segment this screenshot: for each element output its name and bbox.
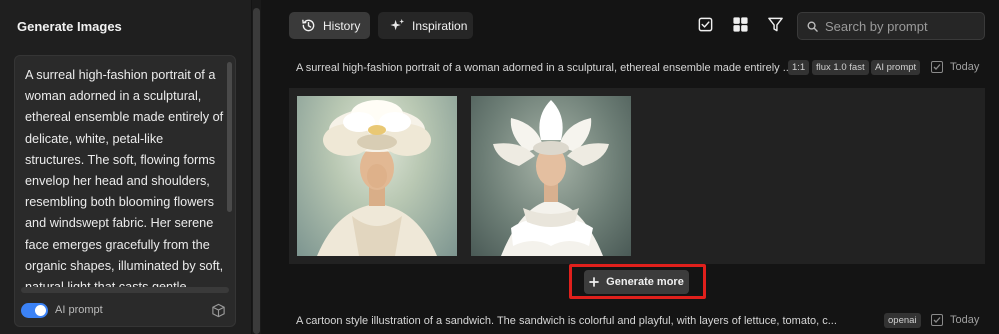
sidebar-scrollbar[interactable] [252, 0, 261, 334]
checkmark-icon [933, 317, 941, 323]
entry-select-checkbox[interactable] [931, 61, 943, 73]
entry-date: Today [950, 314, 980, 326]
plus-icon [589, 277, 600, 287]
grid-view-icon[interactable] [732, 16, 749, 33]
generate-more-button[interactable]: Generate more [584, 270, 689, 294]
inspiration-label: Inspiration [412, 18, 468, 33]
model-tag: flux 1.0 fast [812, 60, 869, 75]
panel-title: Generate Images [17, 19, 122, 34]
sidebar-scrollbar-thumb[interactable] [253, 8, 260, 334]
ai-prompt-tag: AI prompt [871, 60, 921, 75]
cube-icon[interactable] [211, 303, 226, 318]
generate-images-panel: Generate Images A surreal high-fashion p… [0, 0, 251, 334]
prompt-horizontal-scrollbar[interactable] [21, 287, 229, 293]
model-tag: openai [884, 313, 921, 328]
ai-prompt-toggle[interactable] [21, 303, 48, 318]
entry-date: Today [950, 61, 980, 73]
search-input[interactable] [825, 13, 980, 39]
portrait-illustration [493, 100, 609, 256]
aspect-ratio-tag: 1:1 [788, 60, 810, 75]
history-label: History [323, 18, 361, 33]
prompt-textarea[interactable]: A surreal high-fashion portrait of a wom… [14, 55, 236, 327]
filter-icon[interactable] [767, 16, 784, 33]
history-entry-header[interactable]: A cartoon style illustration of a sandwi… [296, 313, 986, 329]
sparkle-icon [390, 18, 405, 31]
checkmark-icon [933, 64, 941, 70]
search-box[interactable] [797, 12, 985, 40]
prompt-scrollbar[interactable] [227, 62, 232, 212]
history-entry-header[interactable]: A surreal high-fashion portrait of a wom… [296, 60, 986, 76]
toggle-knob [35, 305, 46, 316]
inspiration-button[interactable]: Inspiration [378, 12, 473, 39]
ai-prompt-label: AI prompt [55, 304, 103, 316]
history-button[interactable]: History [289, 12, 370, 39]
entry-prompt[interactable]: A surreal high-fashion portrait of a wom… [296, 62, 792, 74]
generate-more-label: Generate more [606, 276, 684, 288]
portrait-illustration [317, 100, 437, 256]
history-icon [302, 19, 315, 32]
prompt-text[interactable]: A surreal high-fashion portrait of a wom… [25, 65, 225, 292]
search-icon [807, 21, 818, 32]
image-gallery [289, 88, 985, 264]
entry-select-checkbox[interactable] [931, 314, 943, 326]
entry-prompt[interactable]: A cartoon style illustration of a sandwi… [296, 315, 837, 327]
generated-image[interactable] [297, 96, 457, 256]
generated-image[interactable] [471, 96, 631, 256]
select-checkbox-icon[interactable] [697, 16, 714, 33]
